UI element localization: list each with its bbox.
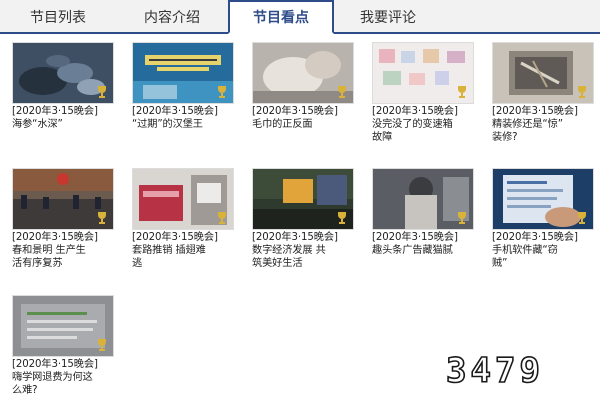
video-card[interactable]: [2020年3·15晚会] 精装修还是“惊” 装修? <box>492 42 594 144</box>
tab-program-highlights[interactable]: 节目看点 <box>228 0 334 34</box>
video-thumbnail[interactable] <box>252 42 354 104</box>
video-title[interactable]: [2020年3·15晚会] 套路推销 插翅难逃 <box>132 231 234 270</box>
video-thumbnail[interactable] <box>372 168 474 230</box>
video-card[interactable]: [2020年3·15晚会] 毛巾的正反面 <box>252 42 354 131</box>
video-card[interactable]: [2020年3·15晚会] 嗨学网退费为何这 么难? <box>12 295 114 397</box>
video-title[interactable]: [2020年3·15晚会] 毛巾的正反面 <box>252 105 354 131</box>
tab-comment[interactable]: 我要评论 <box>338 2 438 34</box>
video-card[interactable]: [2020年3·15晚会] 没完没了的变速箱 故障 <box>372 42 474 144</box>
svg-text:3479: 3479 <box>446 351 544 390</box>
video-card[interactable]: [2020年3·15晚会] 手机软件藏“窃 贼” <box>492 168 594 270</box>
video-title[interactable]: [2020年3·15晚会] 没完没了的变速箱 故障 <box>372 105 474 144</box>
video-card[interactable]: [2020年3·15晚会] “过期”的汉堡王 <box>132 42 234 131</box>
video-thumbnail[interactable] <box>132 168 234 230</box>
video-thumbnail[interactable] <box>252 168 354 230</box>
video-thumbnail[interactable] <box>12 168 114 230</box>
tab-program-list[interactable]: 节目列表 <box>12 2 104 34</box>
video-title[interactable]: [2020年3·15晚会] 手机软件藏“窃 贼” <box>492 231 594 270</box>
video-title[interactable]: [2020年3·15晚会] 嗨学网退费为何这 么难? <box>12 358 114 397</box>
video-card[interactable]: [2020年3·15晚会] 春和景明 生产生 活有序复苏 <box>12 168 114 270</box>
video-title[interactable]: [2020年3·15晚会] 精装修还是“惊” 装修? <box>492 105 594 144</box>
video-thumbnail[interactable] <box>492 168 594 230</box>
video-title[interactable]: [2020年3·15晚会] 海参“水深” <box>12 105 114 131</box>
watermark: 3479 <box>445 350 544 390</box>
video-thumbnail[interactable] <box>372 42 474 104</box>
tab-bar: 节目列表 内容介绍 节目看点 我要评论 <box>0 0 600 34</box>
video-card[interactable]: [2020年3·15晚会] 海参“水深” <box>12 42 114 131</box>
tab-content-intro[interactable]: 内容介绍 <box>120 2 224 34</box>
video-title[interactable]: [2020年3·15晚会] 趣头条广告藏猫腻 <box>372 231 474 257</box>
video-title[interactable]: [2020年3·15晚会] 数字经济发展 共筑美好生活 <box>252 231 354 270</box>
video-thumbnail[interactable] <box>12 295 114 357</box>
video-thumbnail[interactable] <box>492 42 594 104</box>
video-card[interactable]: [2020年3·15晚会] 趣头条广告藏猫腻 <box>372 168 474 257</box>
video-title[interactable]: [2020年3·15晚会] “过期”的汉堡王 <box>132 105 234 131</box>
video-title[interactable]: [2020年3·15晚会] 春和景明 生产生 活有序复苏 <box>12 231 114 270</box>
video-card[interactable]: [2020年3·15晚会] 数字经济发展 共筑美好生活 <box>252 168 354 270</box>
video-card[interactable]: [2020年3·15晚会] 套路推销 插翅难逃 <box>132 168 234 270</box>
video-thumbnail[interactable] <box>132 42 234 104</box>
video-thumbnail[interactable] <box>12 42 114 104</box>
